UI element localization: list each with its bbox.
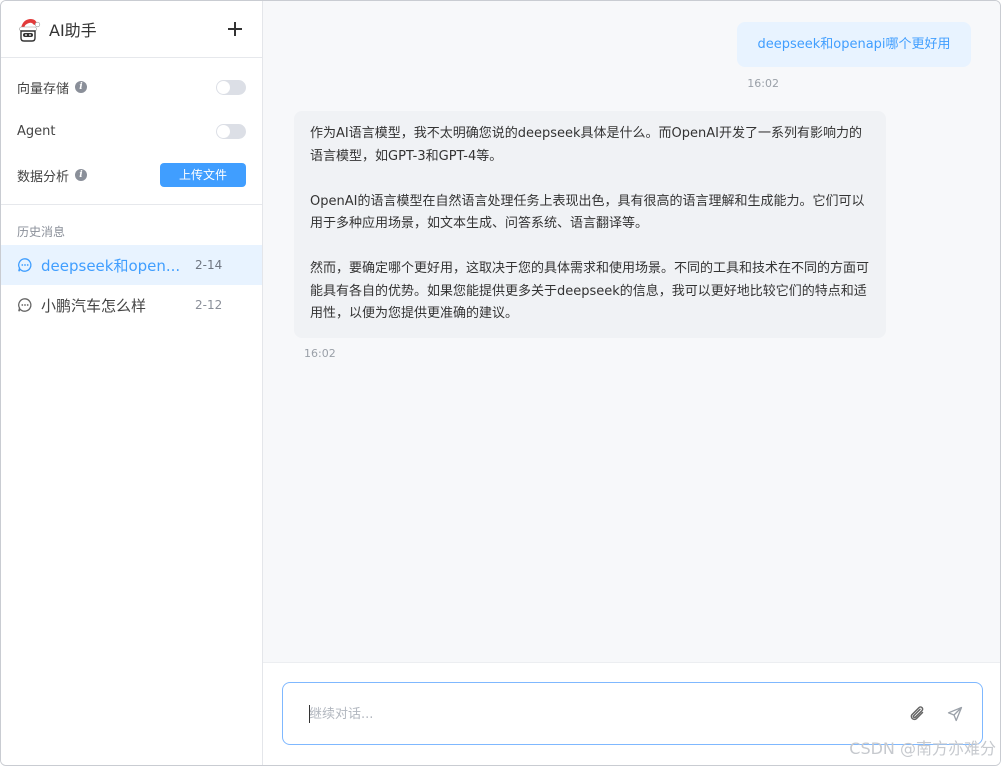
assistant-message-bubble: 作为AI语言模型，我不太明确您说的deepseek具体是什么。而OpenAI开发…: [294, 111, 886, 338]
assistant-message-paragraph: OpenAI的语言模型在自然语言处理任务上表现出色，具有很高的语言理解和生成能力…: [310, 193, 865, 232]
upload-file-button[interactable]: 上传文件: [160, 163, 246, 187]
app-title: AI助手: [49, 21, 97, 40]
setting-data-analysis: 数据分析 i 上传文件: [1, 153, 262, 197]
setting-agent: Agent: [1, 109, 262, 153]
message-list: deepseek和openapi哪个更好用 16:02 作为AI语言模型，我不太…: [263, 1, 1000, 662]
agent-toggle[interactable]: [216, 123, 246, 139]
app-window: AI助手 向量存储 i Agent 数据分析 i 上传文件 历史消息 deeps…: [0, 0, 1001, 766]
chat-bubble-icon: [18, 258, 32, 272]
history-item-date: 2-12: [195, 298, 223, 312]
user-message-bubble: deepseek和openapi哪个更好用: [737, 22, 971, 67]
data-analysis-label: 数据分析: [17, 169, 70, 185]
new-chat-button[interactable]: [225, 19, 245, 39]
sidebar-header: AI助手: [1, 1, 262, 58]
history-item[interactable]: 小鹏汽车怎么样 2-12: [1, 285, 262, 325]
sidebar: AI助手 向量存储 i Agent 数据分析 i 上传文件 历史消息 deeps…: [1, 1, 263, 765]
history-item-title: deepseek和open...: [41, 256, 181, 275]
info-icon[interactable]: i: [75, 169, 88, 181]
user-message-time: 16:02: [747, 77, 779, 90]
paperclip-icon[interactable]: [908, 704, 928, 724]
info-icon[interactable]: i: [75, 81, 88, 93]
history-item-title: 小鹏汽车怎么样: [41, 296, 147, 315]
composer-area: CSDN @南方亦难分: [263, 662, 1000, 765]
assistant-message-paragraph: 然而，要确定哪个更好用，这取决于您的具体需求和使用场景。不同的工具和技术在不同的…: [310, 261, 870, 321]
history-item-date: 2-14: [195, 258, 223, 272]
chat-bubble-icon: [18, 298, 32, 312]
vector-storage-label: 向量存储: [17, 81, 70, 97]
assistant-message-time: 16:02: [304, 347, 336, 360]
agent-label: Agent: [17, 123, 56, 139]
message-input[interactable]: [309, 703, 869, 725]
send-icon[interactable]: [947, 706, 963, 722]
santa-hat-logo-icon: [19, 19, 41, 42]
setting-vector-storage: 向量存储 i: [1, 65, 262, 109]
watermark: CSDN @南方亦难分: [849, 739, 996, 758]
text-caret: [309, 705, 310, 723]
assistant-message-paragraph: 作为AI语言模型，我不太明确您说的deepseek具体是什么。而OpenAI开发…: [310, 126, 862, 164]
history-section-title: 历史消息: [17, 225, 66, 239]
chat-panel: deepseek和openapi哪个更好用 16:02 作为AI语言模型，我不太…: [263, 1, 1000, 765]
vector-storage-toggle[interactable]: [216, 79, 246, 95]
history-item[interactable]: deepseek和open... 2-14: [1, 245, 262, 285]
